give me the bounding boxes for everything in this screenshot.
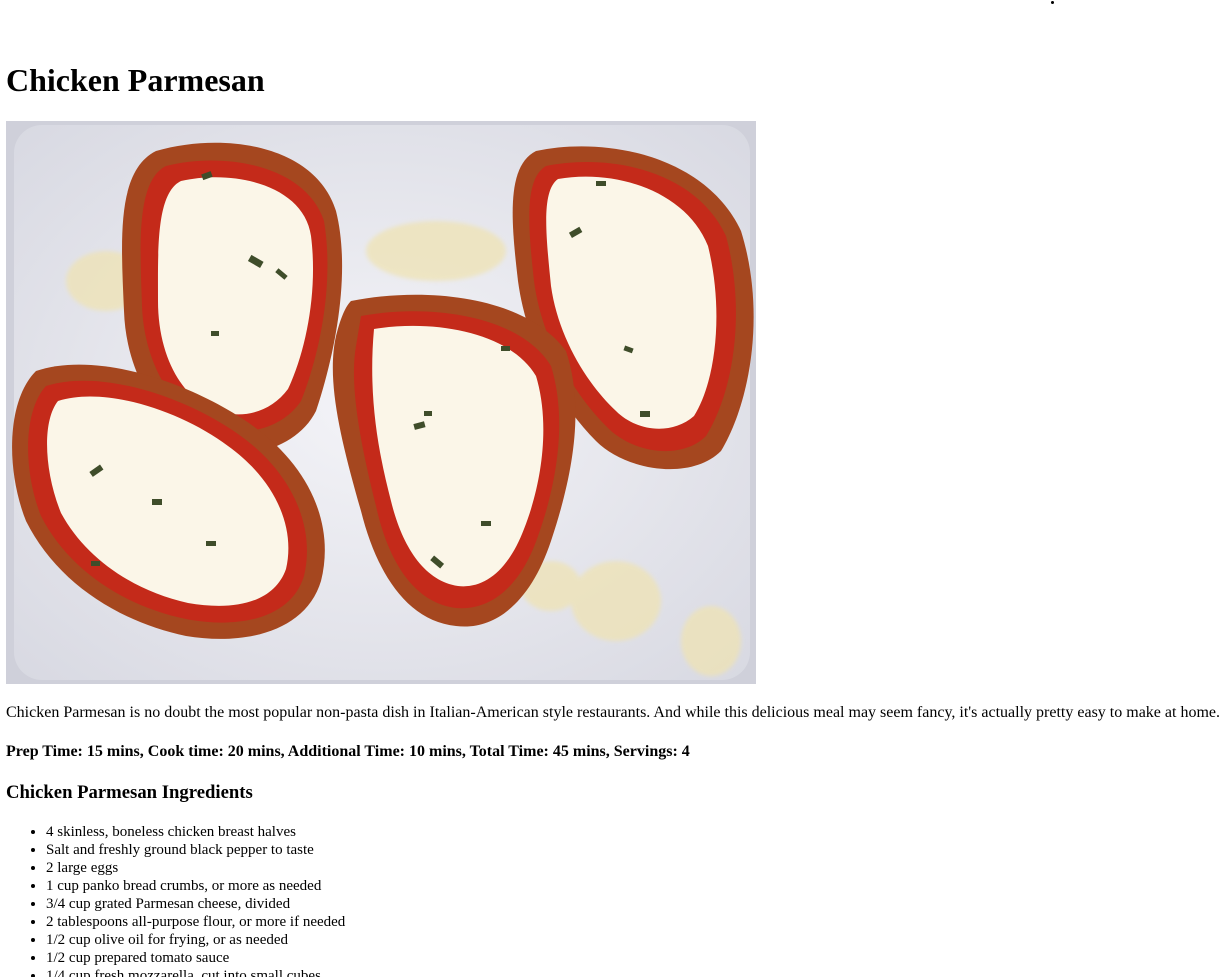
ingredient-item: 2 large eggs bbox=[46, 859, 345, 877]
ingredients-list: 4 skinless, boneless chicken breast halv… bbox=[6, 823, 345, 977]
recipe-times: Prep Time: 15 mins, Cook time: 20 mins, … bbox=[6, 743, 690, 760]
ingredient-item: Salt and freshly ground black pepper to … bbox=[46, 841, 345, 859]
ingredient-item: 4 skinless, boneless chicken breast halv… bbox=[46, 823, 345, 841]
recipe-intro: Chicken Parmesan is no doubt the most po… bbox=[6, 704, 1220, 721]
top-dot bbox=[1051, 1, 1054, 4]
ingredients-heading: Chicken Parmesan Ingredients bbox=[6, 782, 253, 803]
ingredient-item: 2 tablespoons all-purpose flour, or more… bbox=[46, 913, 345, 931]
ingredient-item: 3/4 cup grated Parmesan cheese, divided bbox=[46, 895, 345, 913]
recipe-photo bbox=[6, 121, 756, 684]
page-title: Chicken Parmesan bbox=[6, 62, 265, 98]
ingredient-item: 1/2 cup olive oil for frying, or as need… bbox=[46, 931, 345, 949]
ingredient-item: 1 cup panko bread crumbs, or more as nee… bbox=[46, 877, 345, 895]
ingredient-item: 1/2 cup prepared tomato sauce bbox=[46, 949, 345, 967]
ingredient-item: 1/4 cup fresh mozzarella, cut into small… bbox=[46, 967, 345, 977]
